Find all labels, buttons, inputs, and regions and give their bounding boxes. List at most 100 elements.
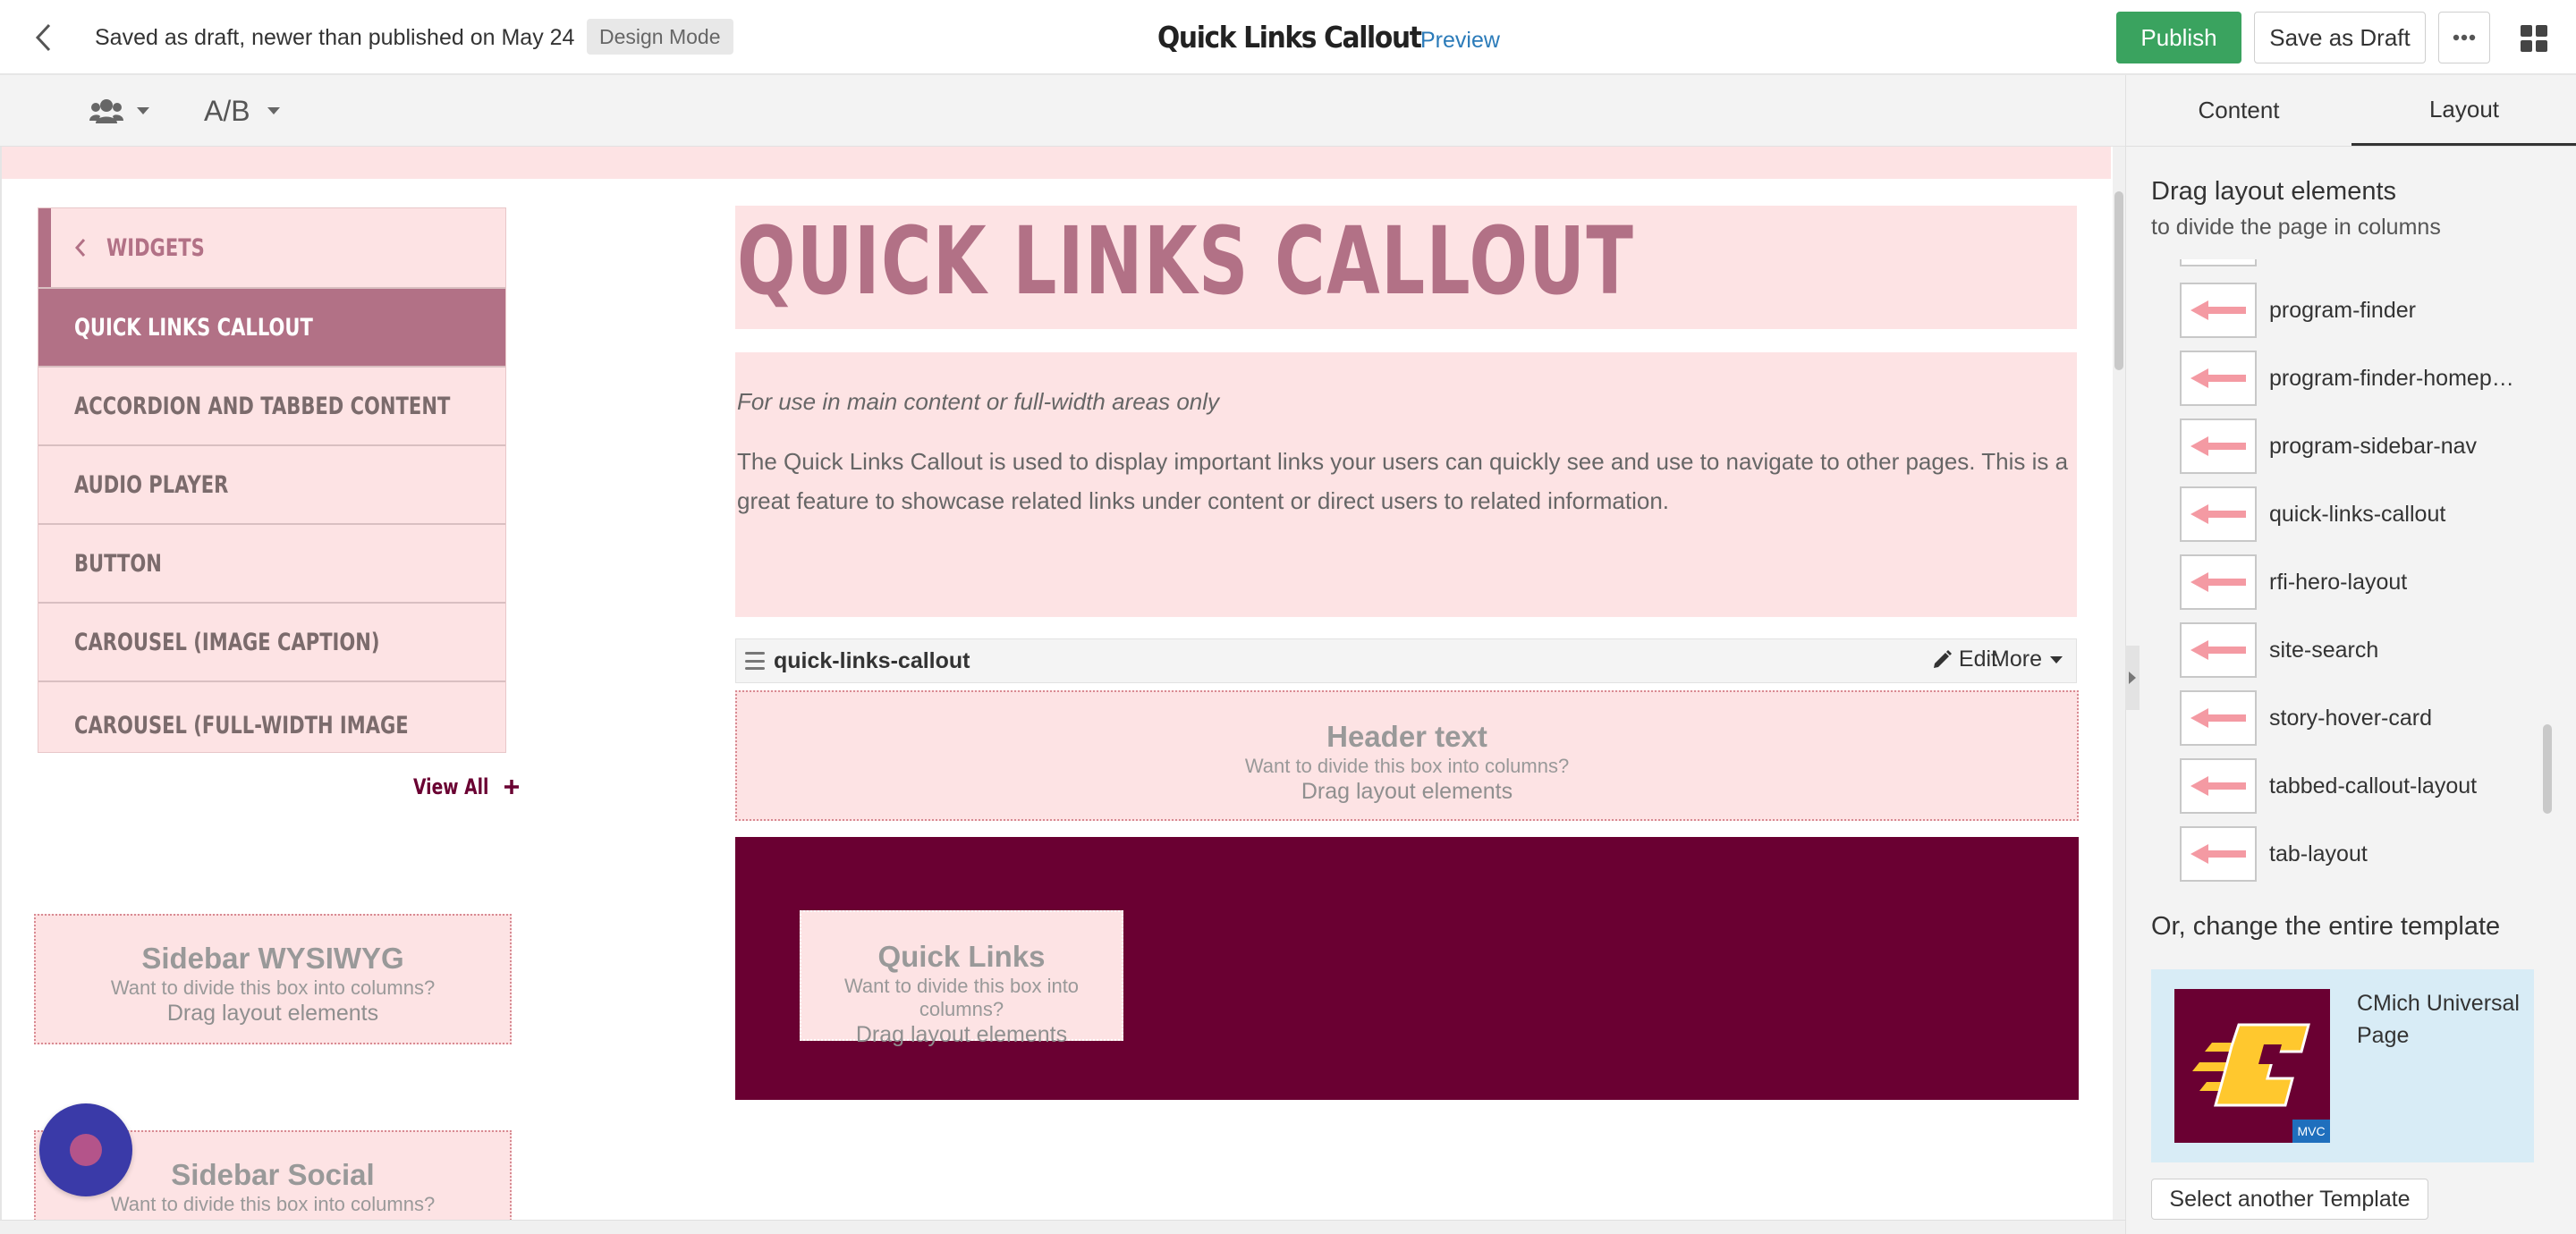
widget-item-label: AUDIO PLAYER: [74, 470, 229, 499]
widget-item-button[interactable]: BUTTON: [38, 523, 505, 602]
layout-thumb: [2180, 351, 2257, 406]
widget-item-label: QUICK LINKS CALLOUT: [74, 313, 313, 342]
arrow-left-icon: [2190, 776, 2246, 796]
canvas-vertical-scrollbar[interactable]: [2113, 147, 2125, 1223]
widget-item-label: ACCORDION AND TABBED CONTENT: [74, 392, 451, 420]
layout-item-label: tabbed-callout-layout: [2269, 773, 2478, 799]
panel-collapse-handle[interactable]: [2125, 646, 2140, 710]
preview-link[interactable]: Preview: [1420, 25, 1500, 55]
right-side-panel: Content Layout Drag layout elements to d…: [2125, 75, 2576, 1234]
template-name: CMich Universal Page: [2357, 991, 2520, 1048]
arrow-left-icon: [2190, 300, 2246, 320]
canvas-horizontal-scrollbar[interactable]: [0, 1220, 2125, 1234]
dropzone-action: Drag layout elements: [855, 1022, 1068, 1047]
template-heading: Or, change the entire template: [2151, 912, 2501, 941]
edit-component-button[interactable]: Edit: [1932, 647, 1997, 672]
layout-item-tabbed-callout-layout[interactable]: tabbed-callout-layout: [2180, 758, 2538, 814]
layout-thumb: [2180, 486, 2257, 542]
more-options-button[interactable]: [2438, 12, 2490, 63]
main-title-block[interactable]: QUICK LINKS CALLOUT: [735, 206, 2077, 329]
widget-item-carousel-full-width[interactable]: CAROUSEL (FULL-WIDTH IMAGE BACKGROUND): [38, 680, 505, 752]
usage-note: For use in main content or full-width ar…: [737, 388, 1220, 415]
widget-item-audio-player[interactable]: AUDIO PLAYER: [38, 444, 505, 523]
sidebar-wysiwyg-dropzone[interactable]: Sidebar WYSIWYG Want to divide this box …: [34, 914, 512, 1044]
caret-down-icon: [2050, 655, 2063, 663]
dropzone-hint: Want to divide this box into columns?: [843, 975, 1080, 1020]
layout-panel-subheading: to divide the page in columns: [2151, 215, 2441, 240]
drag-handle-icon[interactable]: [745, 652, 765, 670]
layout-item-story-hover-card[interactable]: story-hover-card: [2180, 690, 2538, 746]
scrollbar-thumb[interactable]: [2114, 191, 2123, 370]
dropzone-title: Header text: [1326, 720, 1487, 753]
persona-dropdown[interactable]: [89, 91, 150, 131]
view-all-label: View All: [413, 774, 489, 799]
quick-links-dropzone[interactable]: Quick Links Want to divide this box into…: [800, 910, 1123, 1047]
top-layout-strip: [2, 147, 2111, 179]
layout-thumb: [2180, 826, 2257, 882]
dropzone-hint: Want to divide this box into columns?: [110, 976, 436, 999]
header-text-dropzone[interactable]: Header text Want to divide this box into…: [735, 690, 2079, 821]
tab-content[interactable]: Content: [2126, 75, 2351, 146]
page-canvas: WIDGETS QUICK LINKS CALLOUT ACCORDION AN…: [0, 147, 2113, 1223]
layout-item-label: tab-layout: [2269, 841, 2368, 866]
widget-item-accordion[interactable]: ACCORDION AND TABBED CONTENT: [38, 366, 505, 444]
arrow-left-icon: [2190, 844, 2246, 864]
layout-item-label: program-sidebar-nav: [2269, 433, 2478, 459]
quick-links-callout-block: Quick Links Want to divide this box into…: [735, 837, 2079, 1100]
dropzone-title: Sidebar WYSIWYG: [141, 942, 404, 975]
view-all-widgets-link[interactable]: View All: [413, 774, 521, 799]
layout-list-scrollbar[interactable]: [2541, 259, 2554, 894]
widget-item-carousel-image-caption[interactable]: CAROUSEL (IMAGE CAPTION): [38, 602, 505, 680]
grid-icon: [2521, 25, 2547, 52]
dropzone-action: Drag layout elements: [1301, 779, 1513, 804]
assistant-fab-button[interactable]: [39, 1103, 132, 1196]
arrow-left-icon: [2190, 572, 2246, 592]
more-component-dropdown[interactable]: More: [1991, 647, 2063, 672]
layout-elements-list: program-finder program-finder-homepage p…: [2180, 259, 2538, 894]
users-icon: [89, 99, 123, 123]
layout-item-program-finder[interactable]: program-finder: [2180, 283, 2538, 338]
caret-right-icon: [2129, 672, 2136, 684]
panel-tabs: Content Layout: [2126, 75, 2576, 147]
layout-item-rfi-hero-layout[interactable]: rfi-hero-layout: [2180, 554, 2538, 610]
assistant-dot-icon: [70, 1134, 102, 1166]
component-toolbar: quick-links-callout Edit More: [735, 638, 2077, 683]
apps-grid-button[interactable]: [2513, 18, 2555, 59]
layout-item-program-sidebar-nav[interactable]: program-sidebar-nav: [2180, 418, 2538, 474]
layout-item-site-search[interactable]: site-search: [2180, 622, 2538, 678]
layout-item-label: program-finder: [2269, 297, 2416, 323]
layout-panel-heading: Drag layout elements: [2151, 177, 2397, 206]
widget-item-quick-links-callout[interactable]: QUICK LINKS CALLOUT: [38, 287, 505, 366]
more-label: More: [1991, 647, 2042, 672]
publish-button[interactable]: Publish: [2116, 12, 2241, 63]
widgets-back-link[interactable]: WIDGETS: [38, 208, 505, 287]
component-name: quick-links-callout: [774, 647, 970, 673]
dropzone-title: Quick Links: [877, 940, 1046, 973]
caret-down-icon: [137, 107, 149, 114]
widgets-back-label: WIDGETS: [106, 233, 205, 262]
chevron-left-icon: [74, 239, 86, 257]
layout-thumb: [2180, 283, 2257, 338]
widget-item-label: CAROUSEL (FULL-WIDTH IMAGE BACKGROUND): [74, 712, 409, 752]
plus-icon: [504, 780, 520, 794]
dropzone-hint: Want to divide this box into columns?: [1244, 755, 1570, 777]
layout-item-label: quick-links-callout: [2269, 501, 2446, 527]
current-template-card[interactable]: MVC CMich Universal Page: [2151, 969, 2534, 1162]
layout-item-label: program-finder-homepage: [2269, 365, 2520, 391]
arrow-left-icon: [2190, 368, 2246, 388]
tab-layout[interactable]: Layout: [2351, 75, 2576, 146]
layout-item-quick-links-callout[interactable]: quick-links-callout: [2180, 486, 2538, 542]
back-button[interactable]: [21, 16, 64, 59]
ab-test-dropdown[interactable]: A/B: [204, 91, 281, 131]
layout-item-program-finder-homepage[interactable]: program-finder-homepage: [2180, 351, 2538, 406]
layout-item-partial[interactable]: [2180, 259, 2538, 266]
select-another-template-button[interactable]: Select another Template: [2151, 1179, 2428, 1220]
layout-item-tab-layout[interactable]: tab-layout: [2180, 826, 2538, 882]
arrow-left-icon: [2190, 640, 2246, 660]
scrollbar-thumb[interactable]: [2543, 724, 2552, 814]
pencil-icon: [1933, 649, 1952, 668]
description-block[interactable]: For use in main content or full-width ar…: [735, 352, 2077, 617]
save-as-draft-button[interactable]: Save as Draft: [2254, 12, 2426, 63]
design-mode-badge: Design Mode: [587, 19, 733, 55]
ab-label: A/B: [204, 94, 250, 127]
